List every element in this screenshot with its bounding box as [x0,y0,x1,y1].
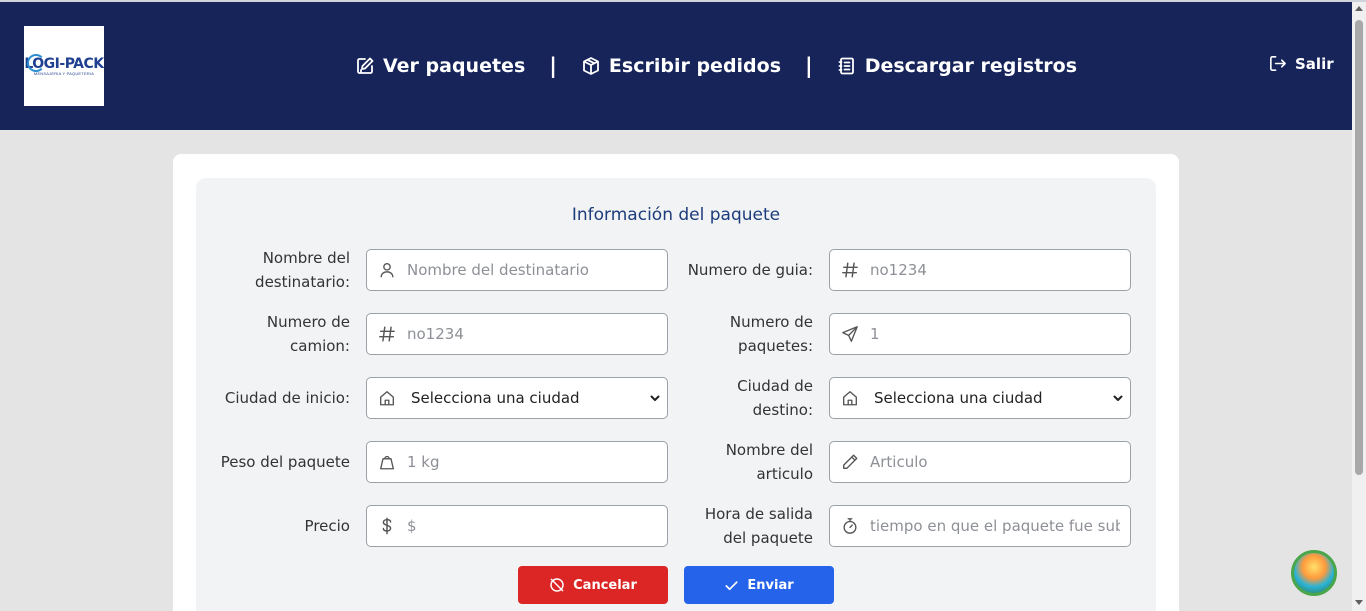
label-price: Precio [304,517,350,535]
page-scrollbar[interactable] [1352,2,1366,611]
logo-swoosh-icon [27,54,45,72]
cancel-icon [550,578,564,592]
label-weight: Peso del paquete [220,453,350,471]
nav-separator: | [805,54,813,78]
check-icon [725,580,738,590]
nav-ver-paquetes[interactable]: Ver paquetes [355,55,525,77]
label-destination: Ciudad de destino: [737,377,813,419]
nav-separator: | [549,54,557,78]
cancel-label: Cancelar [573,577,637,593]
label-article: Nombre del articulo [725,441,813,483]
floating-assistant-icon[interactable] [1291,550,1337,596]
article-name-input[interactable] [870,453,1120,471]
cancel-button[interactable]: Cancelar [518,566,668,604]
package-icon [583,57,599,75]
truck-number-input[interactable] [407,325,657,343]
weight-input[interactable] [407,453,657,471]
top-navbar: LOGI-PACK MENSAJERIA Y PAQUETERIA Ver pa… [0,2,1352,130]
nav-label: Ver paquetes [383,55,526,77]
chevron-down-icon [1106,392,1130,404]
origin-city-value: Selecciona una ciudad [411,389,580,407]
label-departure: Hora de salida del paquete [704,505,813,547]
main-nav: Ver paquetes | Escribir pedidos | Descar… [355,2,1077,130]
send-label: Enviar [747,577,794,593]
recipient-field[interactable] [366,249,668,291]
send-icon [830,325,870,343]
truck-number-field[interactable] [366,313,668,355]
origin-city-select[interactable]: Selecciona una ciudad [366,377,668,419]
scroll-thumb[interactable] [1355,20,1363,475]
scroll-down-arrow-icon[interactable] [1355,600,1363,605]
chevron-down-icon [643,392,667,404]
departure-time-input[interactable] [870,517,1120,535]
stopwatch-icon [830,517,870,535]
departure-time-field[interactable] [829,505,1131,547]
logo[interactable]: LOGI-PACK MENSAJERIA Y PAQUETERIA [24,26,104,106]
edit-note-icon [357,57,374,74]
guide-number-input[interactable] [870,261,1120,279]
label-origin: Ciudad de inicio: [224,389,350,407]
price-input[interactable] [407,517,657,535]
notebook-icon [838,57,854,75]
price-field[interactable] [366,505,668,547]
nav-descargar-registros[interactable]: Descargar registros [837,55,1077,77]
home-icon [830,389,870,407]
send-button[interactable]: Enviar [684,566,834,604]
home-icon [367,389,407,407]
scroll-up-arrow-icon[interactable] [1355,6,1363,11]
label-recipient: Nombre del destinatario: [255,249,350,291]
hash-icon [367,325,407,343]
logo-subtext: MENSAJERIA Y PAQUETERIA [33,70,95,76]
guide-number-field[interactable] [829,249,1131,291]
packages-count-input[interactable] [870,325,1120,343]
user-icon [367,261,407,279]
label-guide: Numero de guia: [687,261,813,279]
nav-escribir-pedidos[interactable]: Escribir pedidos [581,55,781,77]
logout-button[interactable]: Salir [1268,54,1334,73]
dollar-icon [367,517,407,535]
logout-label: Salir [1295,54,1334,73]
hash-icon [830,261,870,279]
destination-city-value: Selecciona una ciudad [874,389,1043,407]
pencil-icon [830,453,870,471]
label-truck: Numero de camion: [266,313,350,355]
destination-city-select[interactable]: Selecciona una ciudad [829,377,1131,419]
weight-field[interactable] [366,441,668,483]
logout-icon [1270,56,1286,71]
packages-count-field[interactable] [829,313,1131,355]
recipient-input[interactable] [407,261,657,279]
form-title: Información del paquete [571,205,781,225]
label-packages: Numero de paquetes: [729,313,813,355]
weight-icon [367,453,407,471]
nav-label: Escribir pedidos [608,55,782,77]
nav-label: Descargar registros [864,55,1078,77]
article-name-field[interactable] [829,441,1131,483]
